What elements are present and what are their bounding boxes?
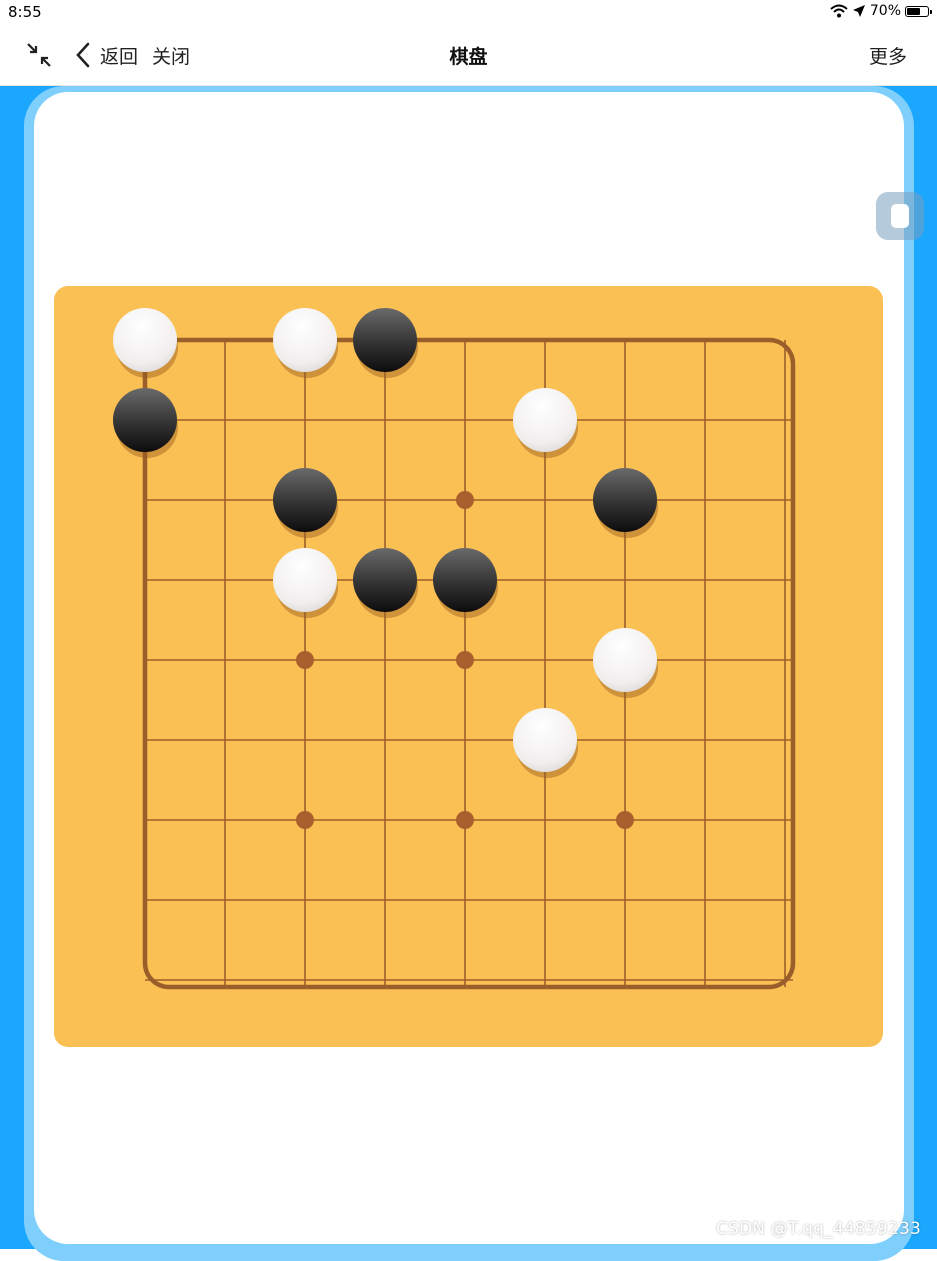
white-stone-disc [113, 308, 177, 372]
black-stone [353, 308, 418, 378]
watermark: CSDN @T.qq_44859233 [715, 1219, 921, 1239]
white-stone [593, 628, 658, 698]
white-stone [113, 308, 178, 378]
white-stone-disc [273, 548, 337, 612]
black-stone-disc [353, 308, 417, 372]
star-point [456, 651, 474, 669]
black-stone [353, 548, 418, 618]
white-stone-disc [593, 628, 657, 692]
star-point [456, 491, 474, 509]
white-stone-disc [273, 308, 337, 372]
white-stone-disc [513, 708, 577, 772]
black-stone [273, 468, 338, 538]
black-stone-disc [273, 468, 337, 532]
white-stone-disc [513, 388, 577, 452]
black-stone-disc [353, 548, 417, 612]
black-stone [113, 388, 178, 458]
star-point [296, 651, 314, 669]
black-stone-disc [113, 388, 177, 452]
black-stone [433, 548, 498, 618]
go-board[interactable] [0, 0, 937, 1249]
black-stone-disc [433, 548, 497, 612]
black-stone [593, 468, 658, 538]
star-point [616, 811, 634, 829]
white-stone [513, 708, 578, 778]
black-stone-disc [593, 468, 657, 532]
white-stone [513, 388, 578, 458]
white-stone [273, 308, 338, 378]
star-point [296, 811, 314, 829]
star-point [456, 811, 474, 829]
white-stone [273, 548, 338, 618]
